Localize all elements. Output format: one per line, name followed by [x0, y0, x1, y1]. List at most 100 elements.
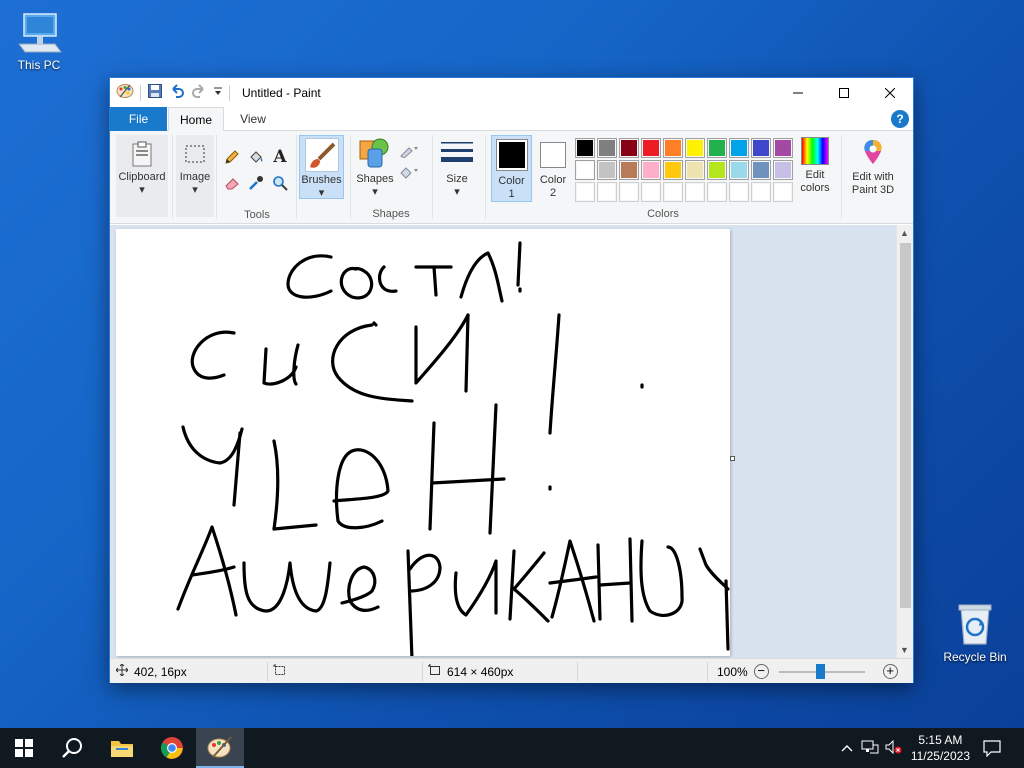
- start-button[interactable]: [0, 728, 48, 768]
- palette-swatch-color: [599, 162, 615, 178]
- palette-swatch[interactable]: [685, 182, 705, 202]
- help-button[interactable]: ?: [891, 110, 909, 128]
- taskbar: 5:15 AM 11/25/2023: [0, 728, 1024, 768]
- palette-swatch[interactable]: [729, 182, 749, 202]
- tab-file[interactable]: File: [110, 107, 167, 131]
- eraser-icon[interactable]: [222, 173, 242, 193]
- drawing-canvas[interactable]: [116, 229, 730, 658]
- zoom-slider-thumb[interactable]: [815, 664, 825, 679]
- palette-swatch-color: [775, 140, 791, 156]
- zoom-out-button[interactable]: −: [753, 664, 769, 679]
- canvas-workspace[interactable]: [110, 225, 897, 658]
- clipboard-button[interactable]: Clipboard ▾: [116, 135, 168, 217]
- brushes-label: Brushes: [301, 174, 342, 186]
- palette-swatch[interactable]: [685, 138, 705, 158]
- palette-swatch-color: [775, 162, 791, 178]
- palette-swatch[interactable]: [773, 182, 793, 202]
- tab-home[interactable]: Home: [168, 107, 224, 132]
- palette-swatch[interactable]: [729, 160, 749, 180]
- shapes-button[interactable]: Shapes ▾: [353, 135, 397, 199]
- outline-icon[interactable]: [399, 140, 419, 160]
- volume-muted-icon[interactable]: [882, 739, 906, 757]
- window-title: Untitled - Paint: [242, 86, 321, 100]
- palette-swatch[interactable]: [663, 182, 683, 202]
- palette-swatch-color: [731, 162, 747, 178]
- edit-colors-button[interactable]: Edit colors: [797, 135, 833, 202]
- text-tool-icon[interactable]: A: [270, 147, 290, 167]
- palette-swatch-color: [643, 184, 659, 200]
- scrollbar-thumb[interactable]: [900, 243, 911, 608]
- undo-icon[interactable]: [169, 83, 185, 102]
- palette-swatch[interactable]: [641, 160, 661, 180]
- edit-with-paint3d-button[interactable]: Edit with Paint 3D: [845, 135, 901, 202]
- show-hidden-icons-icon[interactable]: [838, 741, 856, 755]
- palette-swatch[interactable]: [751, 138, 771, 158]
- palette-swatch[interactable]: [663, 138, 683, 158]
- palette-swatch[interactable]: [707, 182, 727, 202]
- paint-window: Untitled - Paint File Home View ? Clipbo…: [109, 77, 914, 683]
- tab-view[interactable]: View: [228, 107, 278, 131]
- desktop-icon-recycle-bin[interactable]: Recycle Bin: [937, 600, 1013, 664]
- palette-swatch[interactable]: [729, 138, 749, 158]
- palette-swatch[interactable]: [707, 138, 727, 158]
- clipboard-icon: [127, 139, 157, 169]
- palette-swatch-color: [709, 184, 725, 200]
- palette-swatch[interactable]: [575, 182, 595, 202]
- canvas-resize-handle[interactable]: [730, 456, 735, 461]
- image-button[interactable]: Image ▾: [176, 135, 214, 217]
- palette-swatch[interactable]: [663, 160, 683, 180]
- palette-swatch[interactable]: [597, 182, 617, 202]
- palette-swatch[interactable]: [685, 160, 705, 180]
- taskbar-clock[interactable]: 5:15 AM 11/25/2023: [911, 732, 970, 764]
- magnifier-icon[interactable]: [270, 173, 290, 193]
- zoom-slider[interactable]: [778, 664, 865, 679]
- close-button[interactable]: [867, 78, 913, 107]
- fill-bucket-icon[interactable]: [246, 147, 266, 167]
- palette-swatch[interactable]: [773, 160, 793, 180]
- dropdown-arrow-icon: ▾: [318, 187, 325, 199]
- search-button[interactable]: [48, 728, 96, 768]
- pencil-icon[interactable]: [222, 147, 242, 167]
- title-bar[interactable]: Untitled - Paint: [110, 78, 913, 107]
- taskbar-chrome[interactable]: [148, 728, 196, 768]
- color1-button[interactable]: Color 1: [491, 135, 532, 202]
- brushes-button[interactable]: Brushes ▾: [299, 135, 344, 199]
- taskbar-file-explorer[interactable]: [98, 728, 146, 768]
- color-palette: [575, 138, 797, 204]
- desktop-icon-this-pc[interactable]: This PC: [1, 8, 77, 72]
- scroll-down-icon[interactable]: ▼: [900, 645, 909, 655]
- palette-swatch[interactable]: [597, 160, 617, 180]
- redo-icon[interactable]: [191, 83, 207, 102]
- taskbar-paint[interactable]: [196, 728, 244, 768]
- palette-swatch[interactable]: [619, 182, 639, 202]
- palette-swatch[interactable]: [619, 138, 639, 158]
- palette-swatch[interactable]: [619, 160, 639, 180]
- action-center-button[interactable]: [968, 728, 1016, 768]
- palette-swatch[interactable]: [641, 182, 661, 202]
- qat-separator: [140, 84, 141, 101]
- save-icon[interactable]: [147, 83, 163, 102]
- palette-swatch[interactable]: [751, 182, 771, 202]
- network-icon[interactable]: [858, 740, 882, 757]
- minimize-button[interactable]: [775, 78, 821, 107]
- paint-app-icon[interactable]: [116, 83, 134, 102]
- palette-swatch[interactable]: [597, 138, 617, 158]
- palette-swatch[interactable]: [575, 160, 595, 180]
- desktop-icon-label: This PC: [17, 58, 61, 72]
- fill-icon[interactable]: [399, 162, 419, 182]
- zoom-in-button[interactable]: +: [882, 664, 898, 679]
- maximize-button[interactable]: [821, 78, 867, 107]
- vertical-scrollbar[interactable]: ▲ ▼: [896, 225, 913, 658]
- palette-swatch[interactable]: [773, 138, 793, 158]
- customize-qat-icon[interactable]: [213, 83, 223, 102]
- size-button[interactable]: Size ▾: [436, 135, 478, 199]
- palette-swatch-color: [599, 184, 615, 200]
- group-separator: [296, 135, 297, 219]
- palette-swatch[interactable]: [751, 160, 771, 180]
- scroll-up-icon[interactable]: ▲: [900, 228, 909, 238]
- color2-button[interactable]: Color 2: [534, 135, 572, 202]
- palette-swatch[interactable]: [575, 138, 595, 158]
- palette-swatch[interactable]: [707, 160, 727, 180]
- color-picker-icon[interactable]: [246, 173, 266, 193]
- palette-swatch[interactable]: [641, 138, 661, 158]
